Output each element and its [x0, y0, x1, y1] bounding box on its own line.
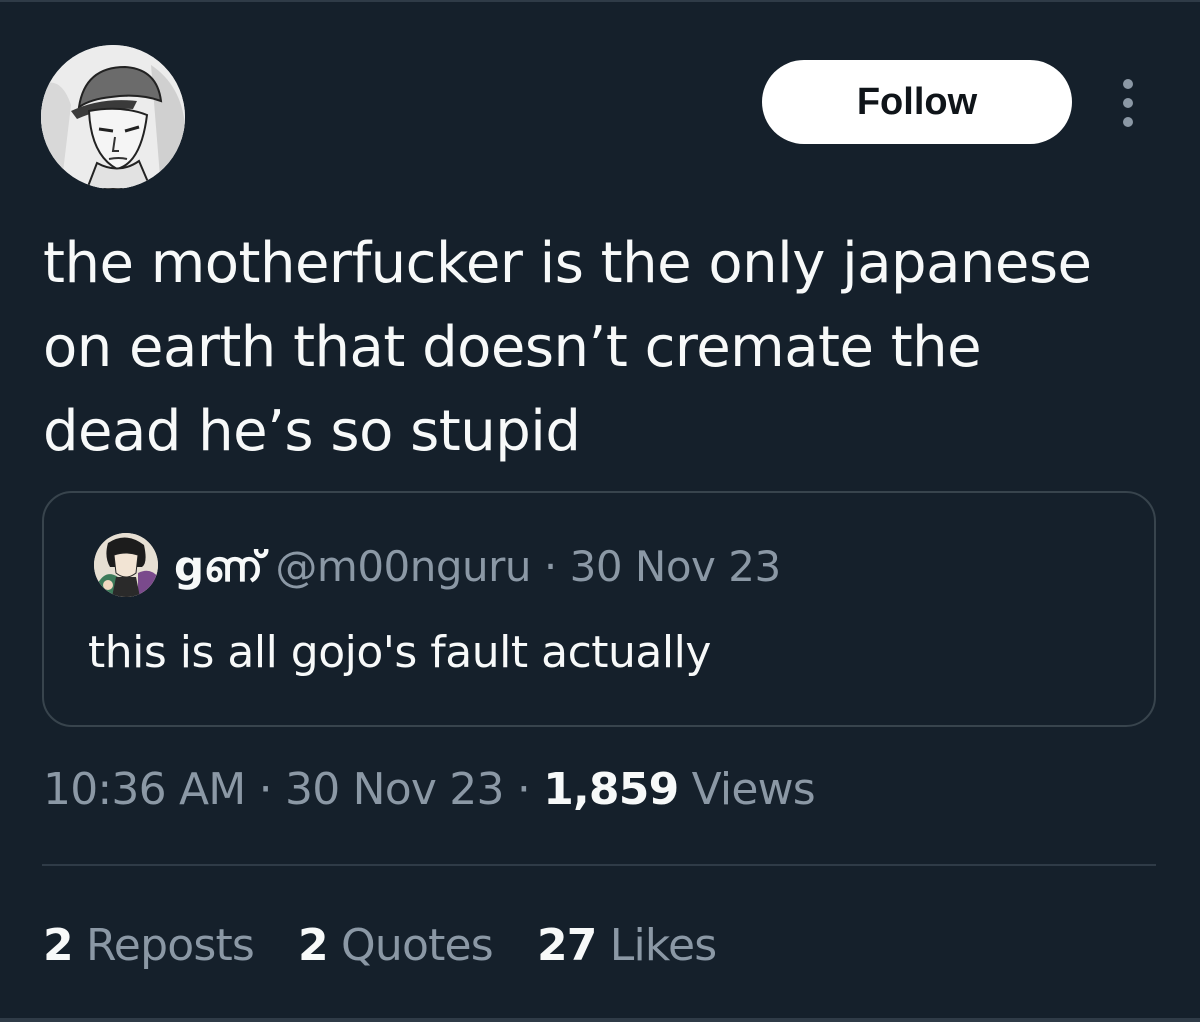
- separator-dot: ·: [258, 764, 273, 815]
- views-label: Views: [691, 764, 816, 815]
- more-options-button[interactable]: [1108, 75, 1148, 131]
- separator-dot: ·: [543, 542, 557, 591]
- tweet-text: the motherfucker is the only japanese on…: [43, 222, 1163, 474]
- user-avatar-icon: [41, 45, 185, 189]
- bottom-divider: [0, 1018, 1200, 1022]
- quotes-label: Quotes: [341, 920, 494, 971]
- likes-stat[interactable]: 27 Likes: [536, 918, 717, 974]
- quoted-author-avatar[interactable]: [94, 533, 158, 597]
- quoted-tweet-card[interactable]: gണ് @m00nguru · 30 Nov 23 this is all go…: [42, 491, 1156, 727]
- likes-count: 27: [536, 920, 597, 971]
- reposts-label: Reposts: [86, 920, 255, 971]
- views-count: 1,859: [543, 764, 679, 815]
- tweet-text-line: on earth that doesn’t cremate the: [43, 315, 982, 380]
- quoted-author-name[interactable]: gണ്: [174, 542, 263, 591]
- more-dot: [1123, 98, 1133, 108]
- top-divider: [0, 0, 1200, 2]
- quoted-author-handle[interactable]: @m00nguru: [275, 542, 531, 591]
- quoted-tweet-date[interactable]: 30 Nov 23: [570, 542, 782, 591]
- reposts-stat[interactable]: 2 Reposts: [43, 918, 255, 974]
- user-avatar-icon: [94, 533, 158, 597]
- engagement-stats: 2 Reposts 2 Quotes 27 Likes: [43, 918, 717, 974]
- tweet-time[interactable]: 10:36 AM: [43, 764, 246, 815]
- tweet-meta: 10:36 AM · 30 Nov 23 · 1,859 Views: [43, 762, 816, 818]
- divider: [42, 864, 1156, 866]
- tweet-date[interactable]: 30 Nov 23: [285, 764, 504, 815]
- tweet-text-line: dead he’s so stupid: [43, 399, 581, 464]
- quoted-tweet-header: gണ് @m00nguru · 30 Nov 23: [174, 541, 781, 593]
- tweet-text-line: the motherfucker is the only japanese: [43, 231, 1092, 296]
- more-vertical-icon: [1123, 79, 1133, 89]
- quotes-stat[interactable]: 2 Quotes: [298, 918, 494, 974]
- follow-button[interactable]: Follow: [762, 60, 1072, 144]
- likes-label: Likes: [609, 920, 717, 971]
- author-avatar[interactable]: [41, 45, 185, 189]
- quoted-tweet-text: this is all gojo's fault actually: [88, 627, 711, 678]
- reposts-count: 2: [43, 920, 74, 971]
- quotes-count: 2: [298, 920, 329, 971]
- more-dot: [1123, 117, 1133, 127]
- separator-dot: ·: [516, 764, 531, 815]
